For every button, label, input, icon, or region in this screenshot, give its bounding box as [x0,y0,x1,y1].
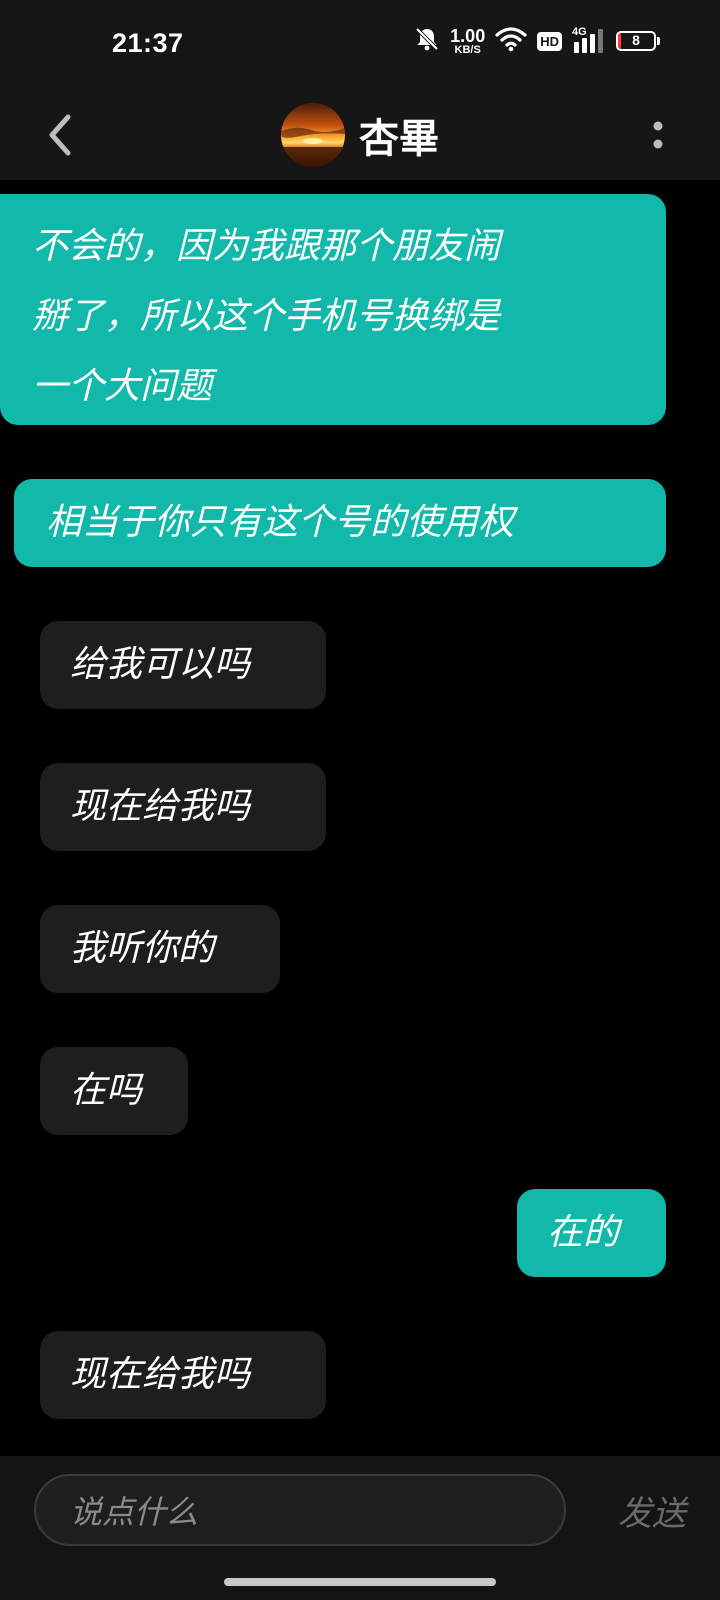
message-bubble[interactable]: 给我可以吗 [40,621,326,709]
battery-tip [657,37,660,45]
battery-body: 8 [616,31,656,51]
hd-icon: HD [537,31,562,51]
message-bubble[interactable]: 在吗 [40,1047,188,1135]
signal-icon: 4G [572,26,606,54]
status-time: 21:37 [112,28,184,58]
battery-level: 8 [632,32,640,48]
message-bubble[interactable]: 现在给我吗 [40,1331,326,1419]
message-text: 掰了，所以这个手机号换绑是 [32,296,501,337]
message-text: 现在给我吗 [70,786,251,827]
message-text: 在的 [547,1212,620,1253]
message-input-placeholder: 说点什么 [70,1493,199,1531]
home-indicator[interactable] [224,1578,496,1586]
message-list[interactable]: 不会的，因为我跟那个朋友闹 掰了，所以这个手机号换绑是 一个大问题 相当于你只有… [0,180,720,1456]
message-bubble[interactable]: 相当于你只有这个号的使用权 [14,479,666,567]
message-bubble[interactable]: 在的 [517,1189,666,1277]
net-speed-unit: KB/S [454,43,481,56]
message-text: 给我可以吗 [70,644,251,685]
net-speed: 1.00 KB/S [450,27,485,56]
message-text: 相当于你只有这个号的使用权 [46,502,515,543]
message-bubble[interactable]: 现在给我吗 [40,763,326,851]
message-bubble[interactable]: 不会的，因为我跟那个朋友闹 掰了，所以这个手机号换绑是 一个大问题 [0,194,666,425]
message-text: 不会的，因为我跟那个朋友闹 [32,226,501,267]
message-text: 在吗 [70,1070,143,1111]
vertical-dots-icon [653,121,663,149]
status-bar: 21:37 1.00 KB/S HD 4G 8 [0,0,720,90]
status-icons: 1.00 KB/S HD 4G 8 [414,26,660,56]
message-text: 一个大问题 [32,366,213,407]
message-text: 现在给我吗 [70,1354,251,1395]
more-options-button[interactable] [644,110,672,160]
title-group: 杏畢 [0,90,720,180]
message-input[interactable]: 说点什么 [34,1474,566,1546]
chat-title: 杏畢 [359,115,439,162]
mute-bell-icon [414,26,440,56]
chat-header: 杏畢 [0,90,720,180]
battery-icon: 8 [616,31,660,51]
send-button[interactable]: 发送 [618,1486,686,1536]
avatar[interactable] [281,103,345,167]
message-text: 我听你的 [70,928,215,969]
net-speed-value: 1.00 [450,25,486,46]
chat-screen: 21:37 1.00 KB/S HD 4G 8 杏畢 不会的，因为我跟那个朋友闹… [0,0,720,1600]
message-bubble[interactable]: 我听你的 [40,905,280,993]
wifi-icon [495,26,527,56]
